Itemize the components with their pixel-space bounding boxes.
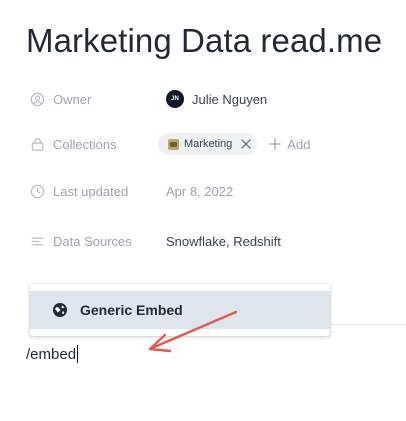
page: Marketing Data read.me Owner JN Julie Ng… [0,0,406,421]
annotation-arrow-icon [148,310,238,353]
